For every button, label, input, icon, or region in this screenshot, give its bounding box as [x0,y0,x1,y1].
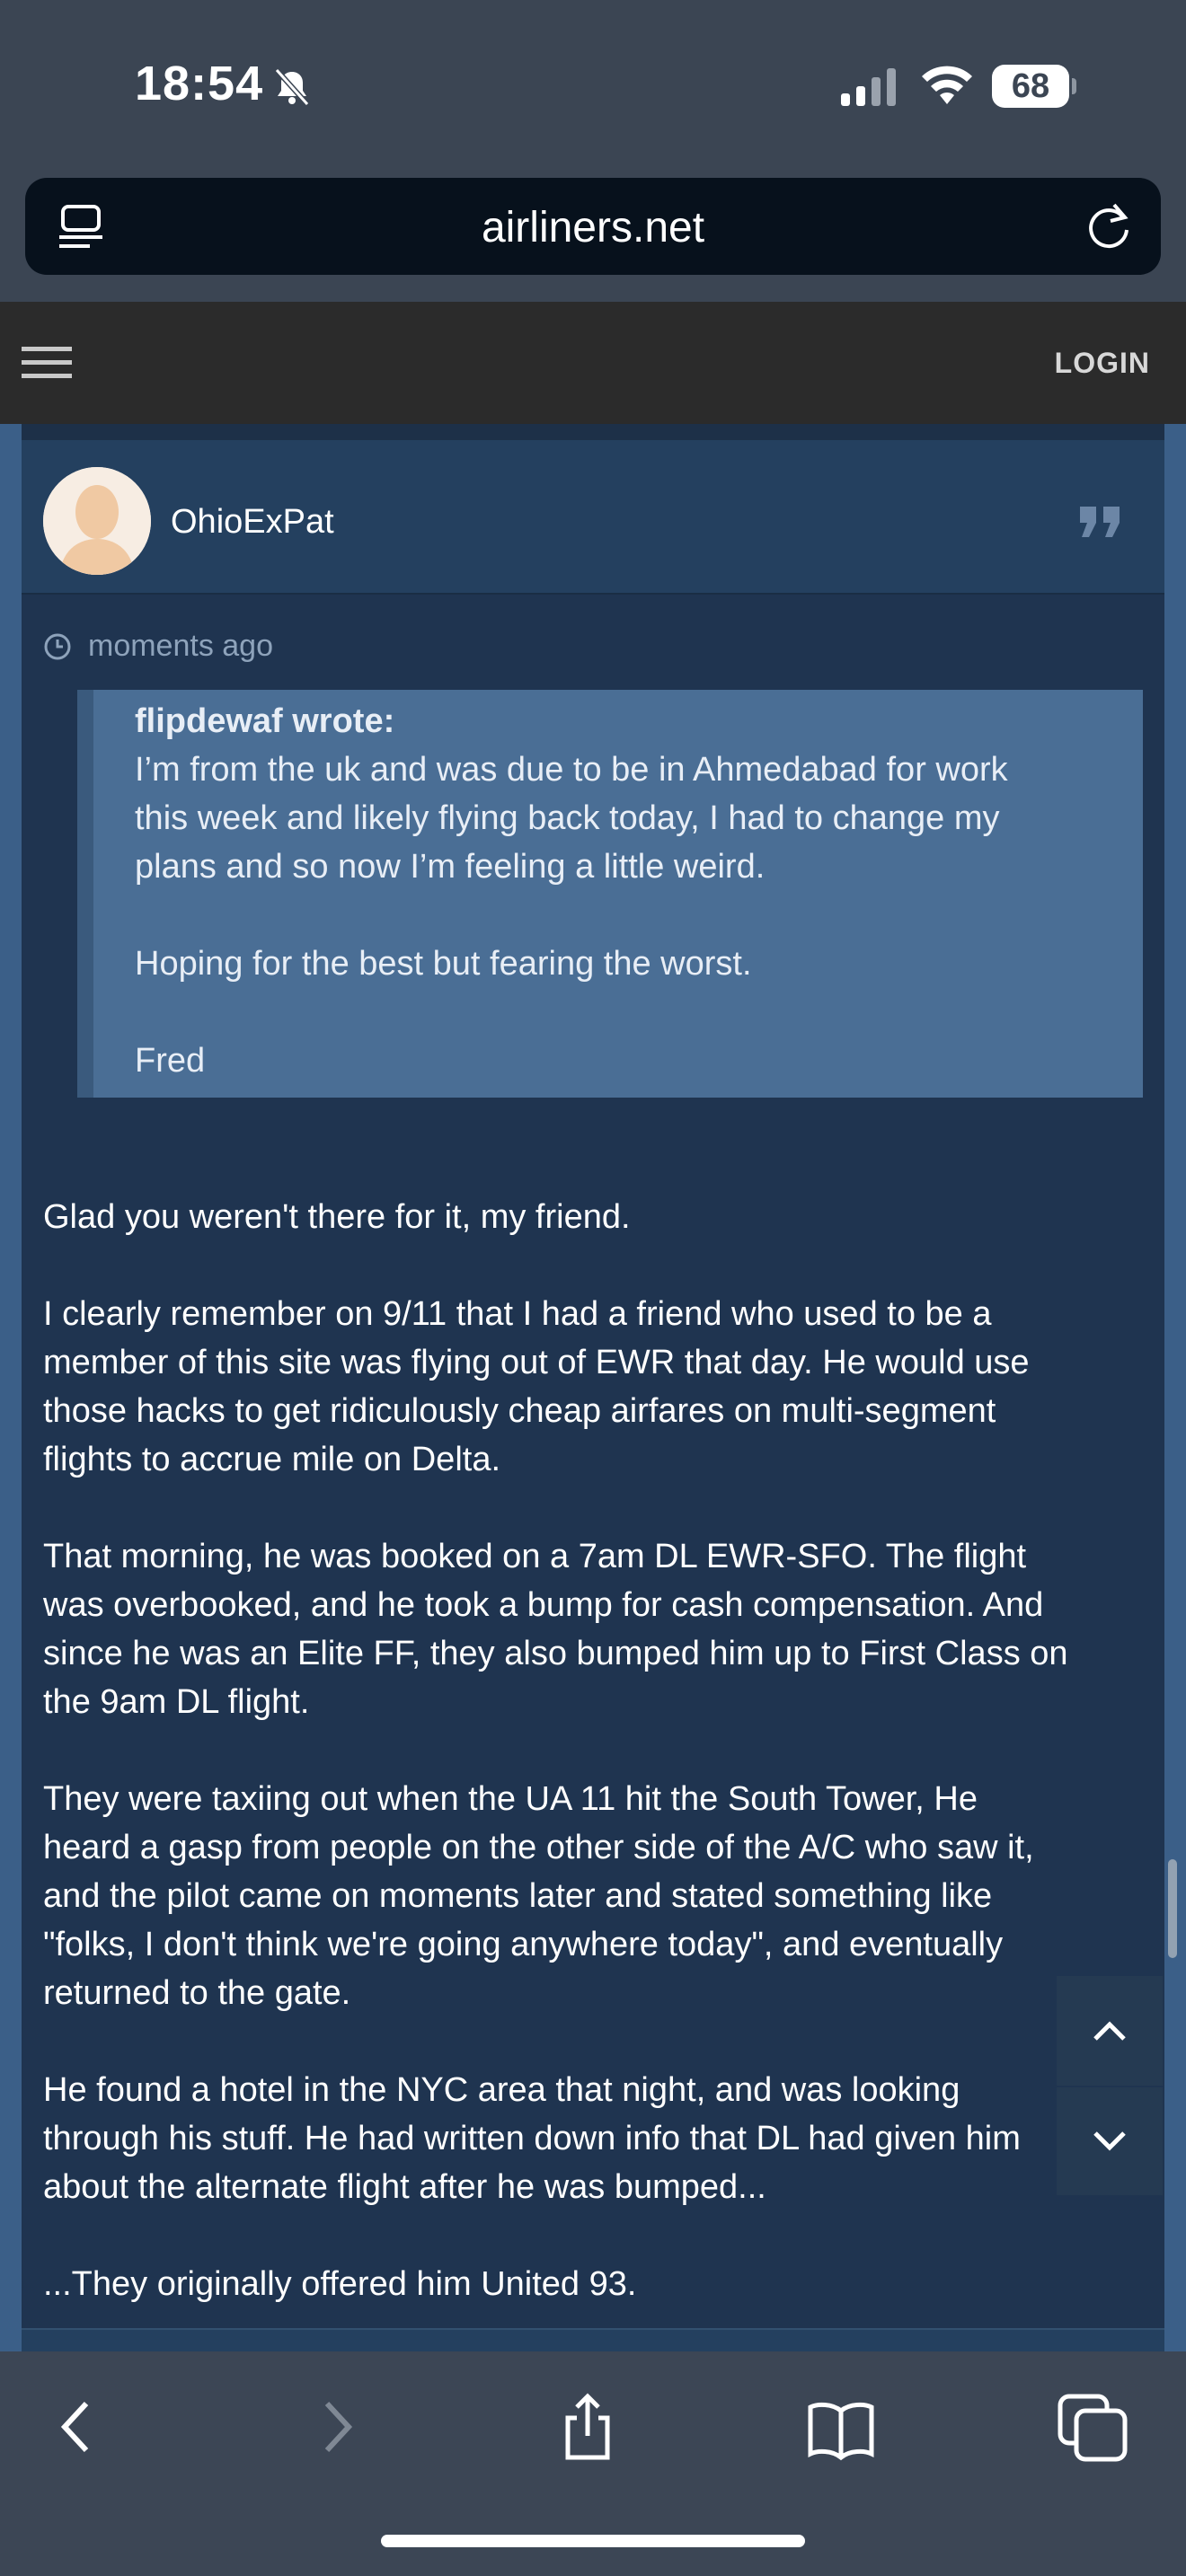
post-body-line: flights to accrue mile on Delta. [43,1441,501,1478]
post-body-line: "folks, I don't think we're going anywhe… [43,1926,1004,1963]
post-body-line: returned to the gate. [43,1974,351,2012]
page-rail-left [0,424,22,2351]
post-body-line: through his stuff. He had written down i… [43,2120,1021,2157]
post-body-line: was overbooked, and he took a bump for c… [43,1586,1044,1624]
page-rail-right [1164,424,1186,2351]
status-time: 18:54 [135,57,264,110]
cellular-signal-icon [841,68,896,106]
tabs-icon[interactable] [1057,2391,1128,2463]
wifi-icon [922,66,972,104]
quote-icon[interactable] [1078,505,1123,541]
post-username[interactable]: OhioExPat [171,503,334,542]
scroll-down-button[interactable] [1057,2087,1163,2195]
post-body-line: those hacks to get ridiculously cheap ai… [43,1392,996,1430]
browser-top-chrome: 18:54 68 airliners.net [0,0,1186,302]
quote-author: flipdewaf wrote: [135,702,395,740]
bookmarks-icon[interactable] [805,2391,877,2463]
chevron-down-icon [1093,2131,1126,2151]
post-body-line: member of this site was flying out of EW… [43,1344,1030,1381]
site-header: LOGIN [0,302,1186,424]
login-button[interactable]: LOGIN [1055,347,1150,380]
hamburger-menu-icon[interactable] [22,343,72,383]
avatar-silhouette-icon [43,467,151,575]
post-body-line: and the pilot came on moments later and … [43,1877,993,1915]
clock-icon [44,633,71,659]
chevron-up-icon [1093,2021,1126,2041]
post-body-line: since he was an Elite FF, they also bump… [43,1635,1068,1672]
quote-line: Hoping for the best but fearing the wors… [135,945,752,983]
post-body-line: I clearly remember on 9/11 that I had a … [43,1295,992,1333]
post-body-line: heard a gasp from people on the other si… [43,1829,1034,1866]
home-indicator[interactable] [381,2535,805,2547]
scrollbar-thumb[interactable] [1168,1859,1177,1958]
share-icon[interactable] [552,2391,624,2463]
post-body-line: That morning, he was booked on a 7am DL … [43,1538,1027,1575]
post-body-line: the 9am DL flight. [43,1683,310,1721]
timestamp-text: moments ago [88,629,273,663]
forward-icon[interactable] [300,2391,372,2463]
quote-line: this week and likely flying back today, … [135,799,1000,837]
post-body-line: ...They originally offered him United 93… [43,2265,637,2303]
post-timestamp: moments ago [43,629,273,664]
scroll-up-button[interactable] [1057,1976,1163,2086]
bell-slash-icon [274,67,310,107]
url-text[interactable]: airliners.net [25,203,1161,252]
reload-icon[interactable] [1084,199,1134,251]
post-divider [22,424,1164,440]
post-body-line: about the alternate flight after he was … [43,2168,766,2206]
forum-post: OhioExPat moments ago flipdewaf wrote: I… [22,424,1164,2351]
post-body-line: Glad you weren't there for it, my friend… [43,1198,631,1236]
quote-line: plans and so now I’m feeling a little we… [135,848,766,886]
battery-icon: 68 [992,65,1076,108]
post-footer [22,2328,1164,2351]
post-header: OhioExPat [22,440,1164,595]
post-body-line: They were taxiing out when the UA 11 hit… [43,1780,978,1818]
avatar[interactable] [43,467,151,575]
status-bar: 18:54 68 [0,0,1186,171]
post-body-line: He found a hotel in the NYC area that ni… [43,2071,960,2109]
url-bar[interactable]: airliners.net [25,178,1161,275]
back-icon[interactable] [41,2391,113,2463]
quote-line: I’m from the uk and was due to be in Ahm… [135,751,1008,789]
quote-line: Fred [135,1042,206,1080]
quoted-message: flipdewaf wrote: I’m from the uk and was… [77,690,1143,1098]
